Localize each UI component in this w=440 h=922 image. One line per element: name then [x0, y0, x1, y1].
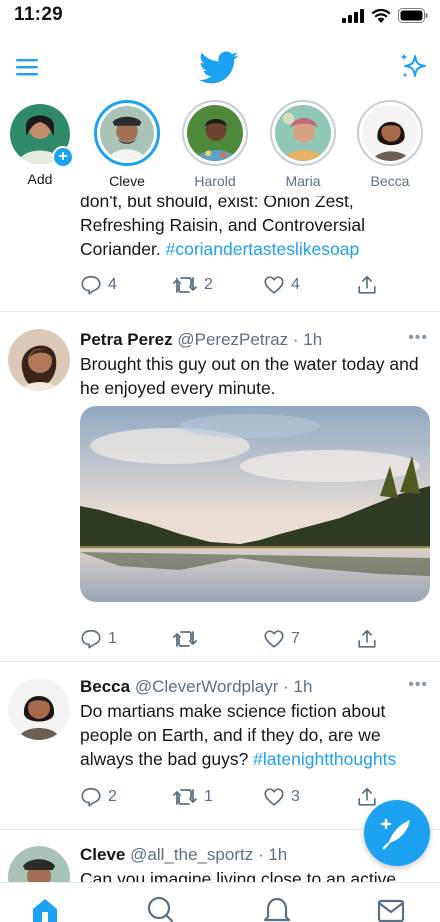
messages-icon[interactable] — [376, 895, 406, 922]
menu-icon[interactable] — [14, 54, 40, 80]
fleet-label: Becca — [370, 173, 410, 189]
tweet[interactable]: don't, but should, exist: Onion Zest, Re… — [0, 196, 440, 312]
heart-icon — [264, 788, 284, 806]
tweet-body: don't, but should, exist: Onion Zest, Re… — [80, 196, 428, 261]
fleet-becca[interactable]: Becca — [350, 100, 430, 189]
twitter-bird-icon — [199, 51, 239, 84]
fleet-maria[interactable]: Maria — [263, 100, 343, 189]
status-icons — [342, 8, 428, 23]
share-icon — [358, 275, 376, 294]
add-plus-icon[interactable]: + — [52, 146, 74, 168]
share-button[interactable] — [356, 628, 378, 650]
retweet-icon — [173, 789, 197, 805]
fleet-label: Cleve — [109, 173, 145, 189]
fleets-bar: + Add Cleve Harold Maria Becca — [0, 100, 440, 196]
tweet-image[interactable] — [80, 406, 430, 602]
reply-button[interactable]: 4 — [80, 274, 117, 296]
avatar — [275, 105, 331, 161]
tweet-text: Can you imagine living close to an activ… — [80, 869, 397, 882]
fleet-avatar-ring — [357, 100, 423, 166]
fleet-label: Add — [27, 171, 53, 187]
notifications-icon[interactable] — [262, 895, 292, 922]
hashtag-link[interactable]: #coriandertasteslikesoap — [166, 239, 360, 259]
fleet-avatar-ring: + — [10, 104, 74, 168]
tweet-text: don't, but should, exist: Onion Zest, Re… — [80, 196, 365, 259]
share-icon — [358, 629, 376, 648]
retweet-icon — [173, 277, 197, 293]
battery-icon — [398, 8, 428, 23]
like-button[interactable]: 7 — [263, 628, 300, 650]
tweet-text: Brought this guy out on the water today … — [80, 354, 419, 398]
avatar — [187, 105, 243, 161]
retweet-icon — [173, 631, 197, 647]
fleet-avatar-ring — [94, 100, 160, 166]
tweet-actions: 4 2 4 — [80, 274, 380, 298]
tweet-actions: 1 7 — [80, 628, 380, 652]
more-options-icon[interactable]: ••• — [408, 329, 428, 347]
home-icon[interactable] — [30, 895, 60, 922]
avatar[interactable] — [8, 678, 70, 740]
author-name[interactable]: Becca — [80, 677, 130, 696]
sparkle-icon[interactable] — [396, 50, 430, 84]
avatar — [362, 105, 418, 161]
like-button[interactable]: 4 — [263, 274, 300, 296]
search-icon[interactable] — [145, 895, 175, 922]
share-button[interactable] — [356, 274, 378, 296]
tweet-text: Do martians make science fiction about p… — [80, 701, 397, 769]
author-handle[interactable]: @PerezPetraz — [177, 330, 288, 349]
fleet-harold[interactable]: Harold — [175, 100, 255, 189]
avatar[interactable] — [8, 329, 70, 391]
retweet-button[interactable] — [172, 628, 204, 650]
reply-icon — [81, 787, 101, 807]
reply-icon — [81, 629, 101, 649]
reply-button[interactable]: 1 — [80, 628, 117, 650]
tweet-actions: 2 1 3 — [80, 786, 380, 810]
fleet-label: Maria — [285, 173, 321, 189]
retweet-button[interactable]: 2 — [172, 274, 213, 296]
like-button[interactable]: 3 — [263, 786, 300, 808]
more-options-icon[interactable]: ••• — [408, 676, 428, 694]
status-bar: 11:29 — [0, 0, 440, 34]
author-name[interactable]: Petra Perez — [80, 330, 173, 349]
top-bar — [0, 40, 440, 96]
tweet-header: Petra Perez @PerezPetraz · 1h — [80, 329, 428, 351]
author-handle[interactable]: @CleverWordplayr — [135, 677, 279, 696]
fleet-add[interactable]: + Add — [0, 100, 80, 187]
retweet-button[interactable]: 1 — [172, 786, 213, 808]
status-time: 11:29 — [14, 4, 64, 25]
compose-feather-icon — [380, 818, 410, 850]
author-handle[interactable]: @all_the_sportz — [130, 845, 253, 864]
fleet-avatar-ring — [270, 100, 336, 166]
heart-icon — [264, 276, 284, 294]
fleet-avatar-ring — [182, 100, 248, 166]
signal-icon — [342, 8, 364, 23]
wifi-icon — [371, 8, 391, 23]
avatar — [100, 106, 154, 160]
avatar[interactable] — [8, 846, 70, 882]
reply-button[interactable]: 2 — [80, 786, 117, 808]
tweet-body: Becca @CleverWordplayr · 1h ••• Do marti… — [80, 676, 428, 771]
heart-icon — [264, 630, 284, 648]
tweet-time: · 1h — [257, 845, 288, 864]
timeline-feed[interactable]: don't, but should, exist: Onion Zest, Re… — [0, 196, 440, 882]
author-name[interactable]: Cleve — [80, 845, 125, 864]
tweet-body: Petra Perez @PerezPetraz · 1h ••• Brough… — [80, 329, 428, 400]
reply-icon — [81, 275, 101, 295]
bottom-navigation — [0, 882, 440, 922]
fleet-label: Harold — [194, 173, 236, 189]
tweet[interactable]: Petra Perez @PerezPetraz · 1h ••• Brough… — [0, 312, 440, 662]
fleet-cleve[interactable]: Cleve — [87, 100, 167, 189]
tweet-time: · 1h — [292, 330, 323, 349]
tweet-header: Becca @CleverWordplayr · 1h — [80, 676, 428, 698]
hashtag-link[interactable]: #latenightthoughts — [253, 749, 396, 769]
compose-tweet-button[interactable] — [364, 800, 430, 866]
tweet-time: · 1h — [283, 677, 313, 696]
